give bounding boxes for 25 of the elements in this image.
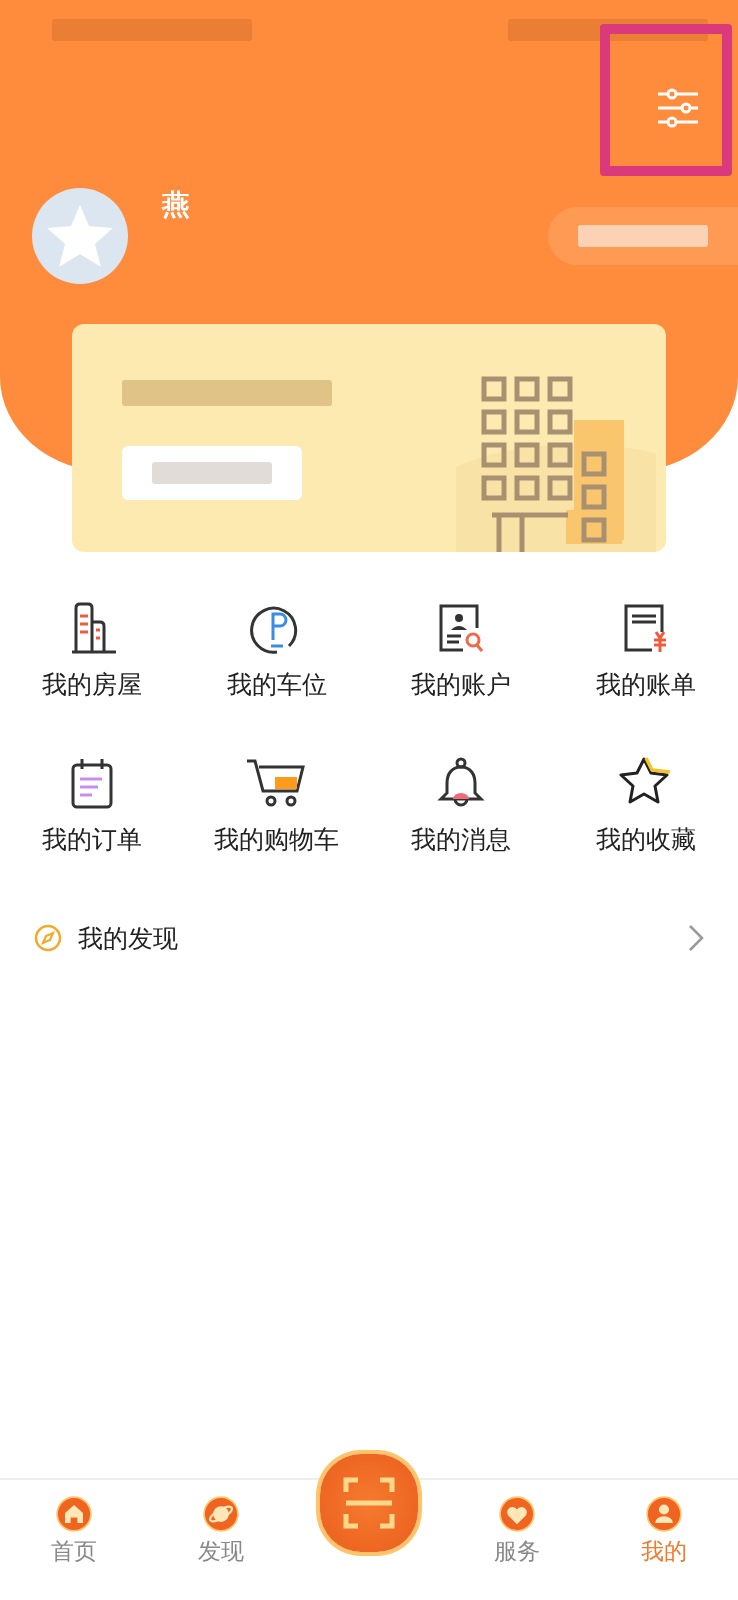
scan-icon [342,1476,396,1530]
feature-item[interactable]: 我的收藏 [553,749,738,856]
star-icon [45,203,115,269]
nav-tab[interactable]: 服务 [442,1480,591,1600]
home-icon [55,1496,92,1532]
redacted-pill[interactable] [548,207,738,265]
discover-row[interactable]: 我的发现 [0,908,738,968]
feature-item[interactable]: 我的账户 [369,594,554,701]
person-icon [646,1496,683,1532]
discover-label: 我的发现 [78,922,178,955]
feature-item[interactable]: 我的账单 [553,594,738,701]
chevron-right-icon [688,924,704,952]
feature-item[interactable]: 我的消息 [369,749,554,856]
nav-tab[interactable]: 发现 [147,1480,296,1600]
feature-item[interactable]: 我的车位 [184,594,369,701]
feature-item[interactable]: 我的购物车 [184,749,369,856]
planet-icon [203,1496,240,1532]
feature-item[interactable]: 我的房屋 [0,594,185,701]
nav-tab[interactable]: 首页 [0,1480,148,1600]
compass-icon [34,924,62,952]
redacted-card-button[interactable] [122,446,302,500]
house-card[interactable] [72,324,666,552]
user-name: 燕 [162,187,190,223]
settings-icon[interactable] [656,88,700,128]
feature-item[interactable]: 我的订单 [0,749,185,856]
